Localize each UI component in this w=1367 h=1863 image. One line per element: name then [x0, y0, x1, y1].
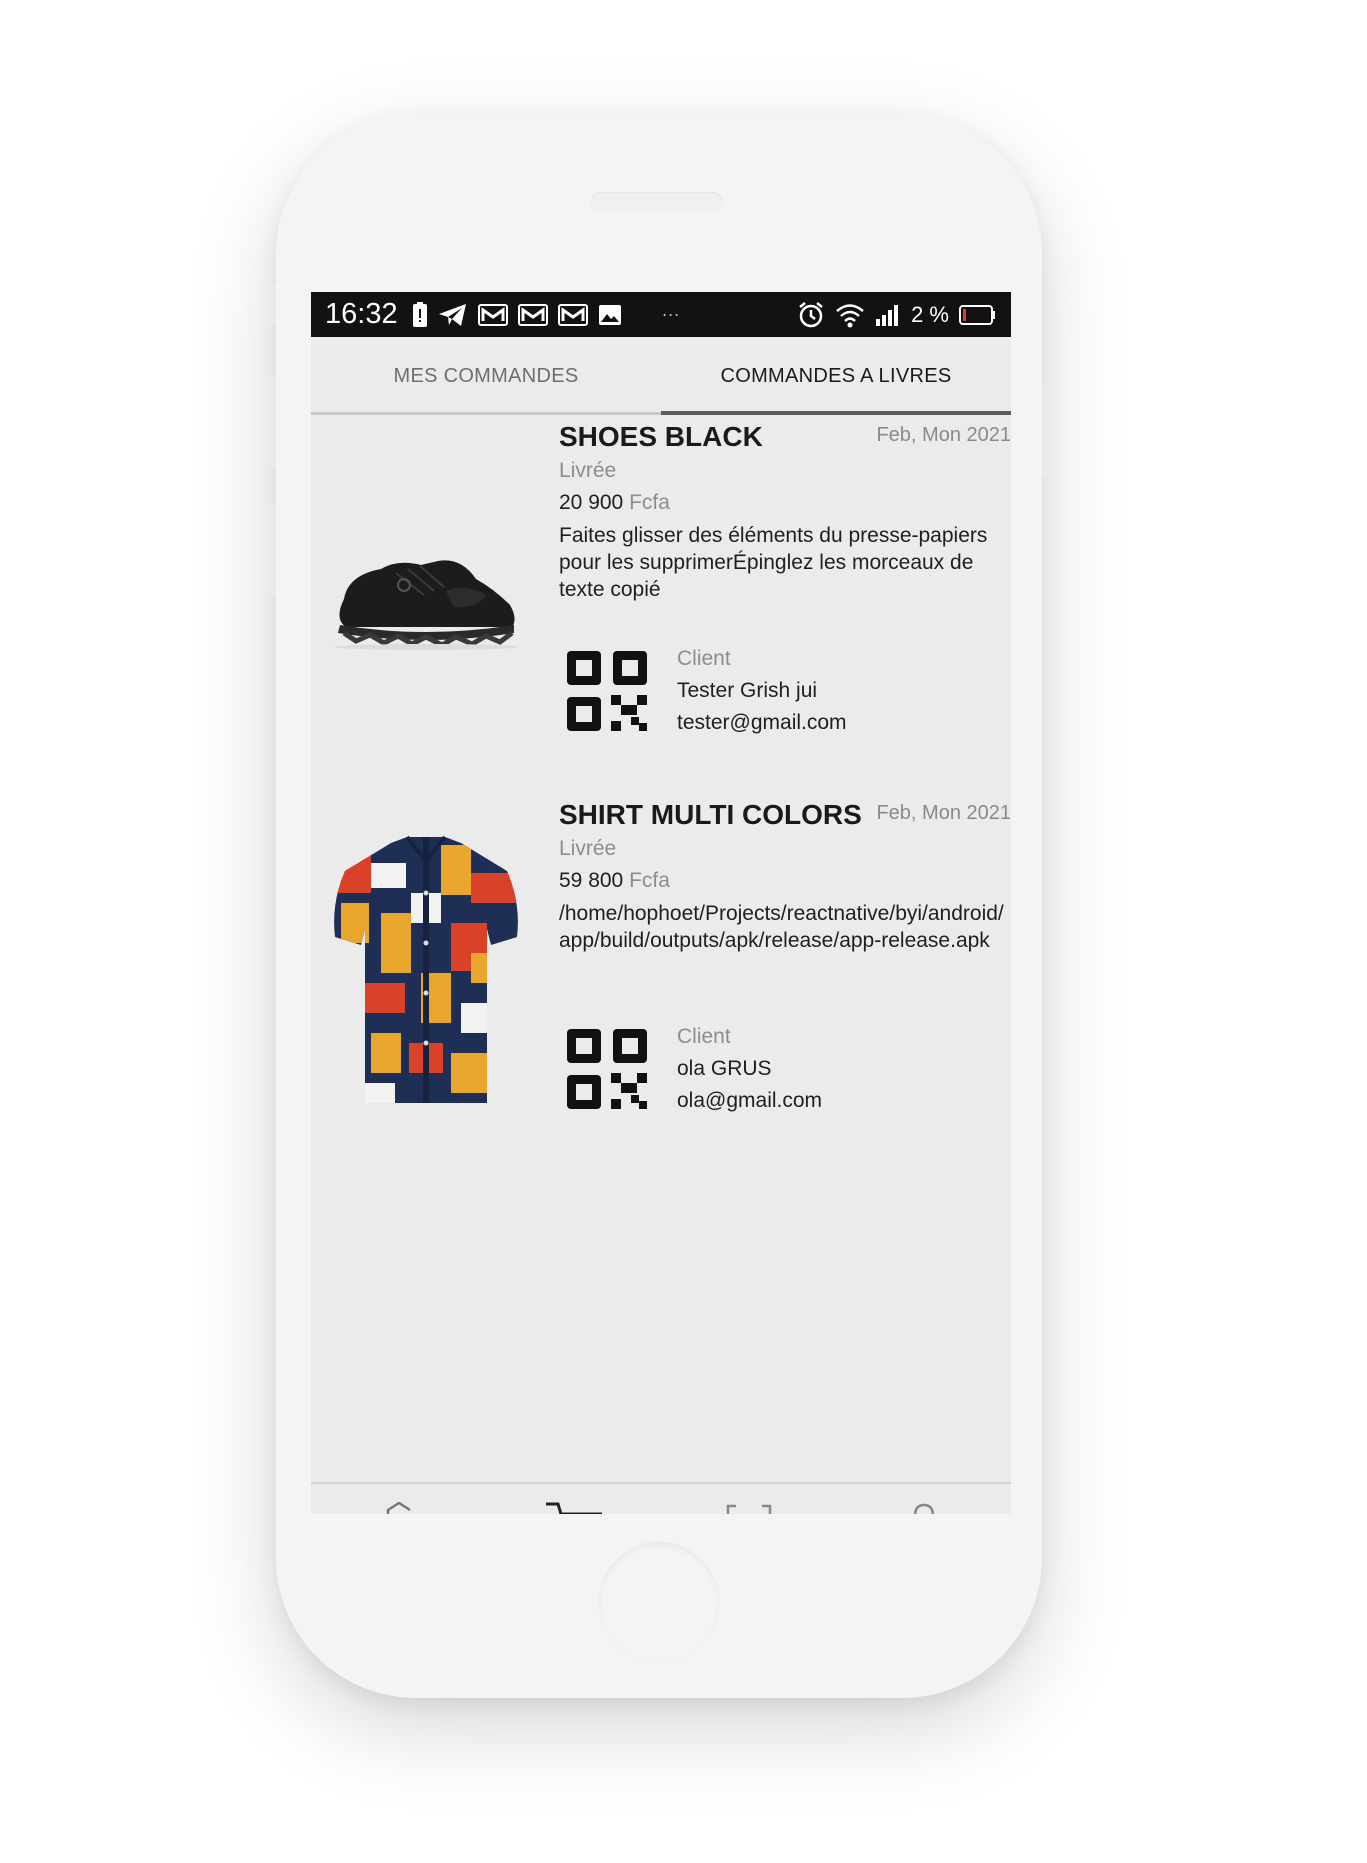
image-icon [598, 304, 621, 325]
gmail-icon [477, 303, 508, 326]
status-bar: 16:32 ··· 2 % [311, 292, 1011, 337]
client-label: Client [677, 1025, 731, 1048]
order-card[interactable]: SHIRT MULTI COLORS Feb, Mon 2021 Livrée … [311, 793, 1011, 1171]
battery-icon [959, 304, 995, 325]
qr-code-icon[interactable] [563, 647, 651, 735]
order-status: Livrée [559, 837, 617, 860]
battery-percent: 2 % [911, 301, 949, 327]
price-value: 59 800 [559, 869, 624, 892]
gmail-icon [517, 303, 548, 326]
phone-mute-switch [270, 284, 276, 324]
order-description: /home/hophoet/Projects/reactnative/byi/a… [559, 902, 1004, 952]
qr-code-icon[interactable] [563, 1025, 651, 1113]
status-time: 16:32 [325, 298, 398, 330]
wifi-icon [836, 303, 864, 327]
product-name: SHIRT MULTI COLORS [559, 799, 862, 830]
tab-commandes-a-livres[interactable]: COMMANDES A LIVRES [661, 337, 1011, 415]
nav-cart[interactable] [486, 1484, 661, 1514]
phone-home-button [599, 1542, 719, 1662]
app-screen: 16:32 ··· 2 % MES COMMANDES COMMANDES A … [311, 292, 1011, 1514]
price-currency: Fcfa [629, 491, 670, 514]
alarm-icon [799, 301, 823, 327]
client-email: tester@gmail.com [677, 711, 847, 734]
product-name: SHOES BLACK [559, 421, 763, 452]
client-name: Tester Grish jui [677, 679, 818, 702]
order-date: Feb, Mon 2021 [876, 802, 1011, 824]
bottom-navigation [311, 1482, 1011, 1514]
tab-mes-commandes[interactable]: MES COMMANDES [311, 337, 661, 415]
order-price: 59 800 Fcfa [559, 869, 670, 893]
price-value: 20 900 [559, 491, 624, 514]
nav-profile[interactable] [836, 1484, 1011, 1514]
cart-icon [545, 1502, 602, 1514]
gmail-icon [557, 303, 588, 326]
nav-home[interactable] [311, 1484, 486, 1514]
client-label: Client [677, 647, 731, 670]
nav-scan[interactable] [661, 1484, 836, 1514]
profile-icon [913, 1503, 934, 1514]
battery-alert-icon [412, 301, 427, 327]
phone-volume-up [270, 376, 276, 468]
phone-volume-down [270, 504, 276, 596]
home-icon [386, 1502, 411, 1514]
more-notifications-dots: ··· [661, 304, 680, 324]
order-date: Feb, Mon 2021 [876, 424, 1011, 446]
phone-speaker [591, 192, 723, 212]
order-price: 20 900 Fcfa [559, 491, 670, 515]
black-shoe-image [315, 415, 537, 775]
price-currency: Fcfa [629, 869, 670, 892]
phone-power-button [1042, 384, 1048, 476]
signal-icon [876, 304, 899, 326]
client-name: ola GRUS [677, 1057, 772, 1080]
client-email: ola@gmail.com [677, 1089, 823, 1112]
multicolor-shirt-image [315, 793, 537, 1153]
order-description: Faites glisser des éléments du presse-pa… [559, 524, 988, 601]
order-status: Livrée [559, 459, 617, 482]
telegram-icon [438, 303, 466, 326]
scan-icon [726, 1504, 771, 1514]
order-tabs: MES COMMANDES COMMANDES A LIVRES [311, 337, 1011, 415]
order-card[interactable]: SHOES BLACK Feb, Mon 2021 Livrée 20 900 … [311, 415, 1011, 793]
